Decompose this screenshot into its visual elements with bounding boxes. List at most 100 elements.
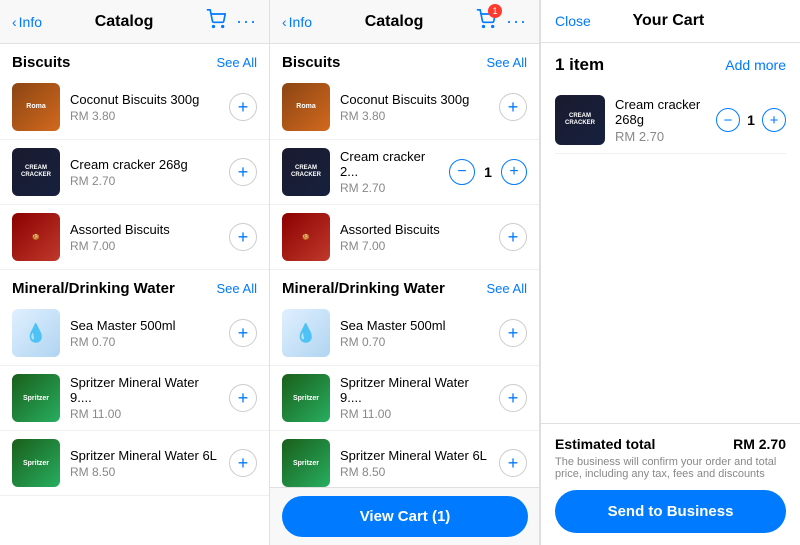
cart-panel: Close Your Cart 1 item Add more CREAMCRA… — [540, 0, 800, 545]
panel1-water-3-price: RM 8.50 — [70, 465, 219, 479]
panel1-biscuit-2-thumb: CREAMCRACKER — [12, 148, 60, 196]
panel1-water-2-info: Spritzer Mineral Water 9.... RM 11.00 — [70, 375, 219, 421]
cart-item-price: RM 2.70 — [615, 129, 706, 144]
panel2-biscuit-1-price: RM 3.80 — [340, 109, 489, 123]
panel1-biscuit-3: 🍪 Assorted Biscuits RM 7.00 + — [0, 205, 269, 270]
panel2-water-3-thumb: Spritzer — [282, 439, 330, 487]
panel2-water-1-info: Sea Master 500ml RM 0.70 — [340, 318, 489, 349]
panel2-back-label: Info — [289, 14, 312, 30]
panel2-biscuit-1-info: Coconut Biscuits 300g RM 3.80 — [340, 92, 489, 123]
panel1-water-2-add[interactable]: + — [229, 384, 257, 412]
panel2-biscuit-2-stepper: − 1 + — [449, 159, 527, 185]
panel1-water-1: 💧 Sea Master 500ml RM 0.70 + — [0, 301, 269, 366]
cart-item-row: CREAMCRACKER Cream cracker 268g RM 2.70 … — [555, 87, 786, 154]
panel1-biscuit-1-name: Coconut Biscuits 300g — [70, 92, 219, 107]
panel2-water-3-add[interactable]: + — [499, 449, 527, 477]
panel1-biscuit-2: CREAMCRACKER Cream cracker 268g RM 2.70 … — [0, 140, 269, 205]
panel1-water-1-price: RM 0.70 — [70, 335, 219, 349]
panel2-water-3: Spritzer Spritzer Mineral Water 6L RM 8.… — [270, 431, 539, 489]
panel2-biscuit-2: CREAMCRACKER Cream cracker 2... RM 2.70 … — [270, 140, 539, 205]
cart-item-increment[interactable]: + — [762, 108, 786, 132]
panel2-biscuit-3-add[interactable]: + — [499, 223, 527, 251]
panel1-biscuit-2-price: RM 2.70 — [70, 174, 219, 188]
panel1-water-3-thumb: Spritzer — [12, 439, 60, 487]
panel2-back[interactable]: ‹ Info — [282, 14, 312, 30]
panel1-water-3-add[interactable]: + — [229, 449, 257, 477]
panel2-biscuit-1: Roma Coconut Biscuits 300g RM 3.80 + — [270, 75, 539, 140]
panel1-back[interactable]: ‹ Info — [12, 14, 42, 30]
estimated-price: RM 2.70 — [733, 436, 786, 452]
panel1-water-2: Spritzer Spritzer Mineral Water 9.... RM… — [0, 366, 269, 431]
panel2-biscuit-2-increment[interactable]: + — [501, 159, 527, 185]
panel1-cart-icon[interactable] — [206, 9, 226, 34]
panel2-cart-icon[interactable]: 1 — [476, 9, 496, 34]
panel1-back-label: Info — [19, 14, 42, 30]
panel2-biscuit-3-price: RM 7.00 — [340, 239, 489, 253]
panel1-more-icon[interactable]: ··· — [236, 11, 257, 32]
panel2-water-header: Mineral/Drinking Water See All — [270, 270, 539, 301]
panel2-water-2-price: RM 11.00 — [340, 407, 489, 421]
panel2-water-2: Spritzer Spritzer Mineral Water 9.... RM… — [270, 366, 539, 431]
panel2-biscuit-3-info: Assorted Biscuits RM 7.00 — [340, 222, 489, 253]
cart-close-button[interactable]: Close — [555, 13, 591, 29]
cart-item-info: Cream cracker 268g RM 2.70 — [615, 97, 706, 144]
panel1-biscuit-3-info: Assorted Biscuits RM 7.00 — [70, 222, 219, 253]
panel2-biscuits-see-all[interactable]: See All — [487, 55, 527, 70]
panel1-all-items: All Items See All — [0, 496, 269, 497]
panel1-biscuits-title: Biscuits — [12, 54, 70, 71]
panel2-biscuit-2-thumb: CREAMCRACKER — [282, 148, 330, 196]
panel2-biscuit-3: 🍪 Assorted Biscuits RM 7.00 + — [270, 205, 539, 270]
panel2-water-1-name: Sea Master 500ml — [340, 318, 489, 333]
panel1-biscuit-1-add[interactable]: + — [229, 93, 257, 121]
panel2-more-icon[interactable]: ··· — [506, 11, 527, 32]
panel1-water-see-all[interactable]: See All — [217, 281, 257, 296]
panel1-biscuit-2-info: Cream cracker 268g RM 2.70 — [70, 157, 219, 188]
panel1-water-1-add[interactable]: + — [229, 319, 257, 347]
panel1-biscuit-3-name: Assorted Biscuits — [70, 222, 219, 237]
panel2-cart-badge: 1 — [488, 4, 502, 18]
cart-add-more[interactable]: Add more — [725, 57, 786, 73]
panel-catalog-2: ‹ Info Catalog 1 ··· Biscuits See All Ro… — [270, 0, 540, 545]
panel1-header: ‹ Info Catalog ··· — [0, 0, 269, 44]
panel2-biscuits-title: Biscuits — [282, 54, 340, 71]
estimated-label: Estimated total — [555, 436, 655, 452]
panel1-header-right: ··· — [206, 9, 257, 34]
panel2-water-3-info: Spritzer Mineral Water 6L RM 8.50 — [340, 448, 489, 479]
panel1-water-1-name: Sea Master 500ml — [70, 318, 219, 333]
panel2-biscuit-2-qty: 1 — [481, 164, 495, 180]
panel2-water-1: 💧 Sea Master 500ml RM 0.70 + — [270, 301, 539, 366]
panel1-biscuit-2-name: Cream cracker 268g — [70, 157, 219, 172]
panel2-biscuit-3-thumb: 🍪 — [282, 213, 330, 261]
panel1-biscuits-see-all[interactable]: See All — [217, 55, 257, 70]
panel1-biscuit-3-add[interactable]: + — [229, 223, 257, 251]
panel1-biscuit-1-price: RM 3.80 — [70, 109, 219, 123]
send-to-business-button[interactable]: Send to Business — [555, 490, 786, 533]
cart-item-decrement[interactable]: − — [716, 108, 740, 132]
estimated-note: The business will confirm your order and… — [555, 456, 786, 480]
panel2-biscuit-1-add[interactable]: + — [499, 93, 527, 121]
panel2-water-2-thumb: Spritzer — [282, 374, 330, 422]
panel2-water-3-name: Spritzer Mineral Water 6L — [340, 448, 489, 463]
panel2-water-2-info: Spritzer Mineral Water 9.... RM 11.00 — [340, 375, 489, 421]
panel1-biscuit-2-add[interactable]: + — [229, 158, 257, 186]
cart-item-count: 1 item — [555, 55, 604, 75]
panel2-biscuit-2-price: RM 2.70 — [340, 181, 439, 195]
panel2-water-see-all[interactable]: See All — [487, 281, 527, 296]
view-cart-button[interactable]: View Cart (1) — [282, 496, 528, 537]
panel2-water-1-add[interactable]: + — [499, 319, 527, 347]
panel2-water-2-add[interactable]: + — [499, 384, 527, 412]
panel-catalog-1: ‹ Info Catalog ··· Biscuits See All Roma — [0, 0, 270, 545]
panel1-water-2-price: RM 11.00 — [70, 407, 219, 421]
panel1-water-1-thumb: 💧 — [12, 309, 60, 357]
panel2-biscuit-2-decrement[interactable]: − — [449, 159, 475, 185]
panel1-biscuit-3-price: RM 7.00 — [70, 239, 219, 253]
panel1-biscuit-1: Roma Coconut Biscuits 300g RM 3.80 + — [0, 75, 269, 140]
panel1-title: Catalog — [42, 13, 206, 31]
panel1-water-2-thumb: Spritzer — [12, 374, 60, 422]
panel2-biscuit-1-thumb: Roma — [282, 83, 330, 131]
cart-item-qty: 1 — [744, 112, 758, 128]
panel2-biscuit-2-name: Cream cracker 2... — [340, 149, 439, 179]
panel1-biscuit-1-thumb: Roma — [12, 83, 60, 131]
panel1-water-3-name: Spritzer Mineral Water 6L — [70, 448, 219, 463]
panel1-content: Biscuits See All Roma Coconut Biscuits 3… — [0, 44, 269, 497]
